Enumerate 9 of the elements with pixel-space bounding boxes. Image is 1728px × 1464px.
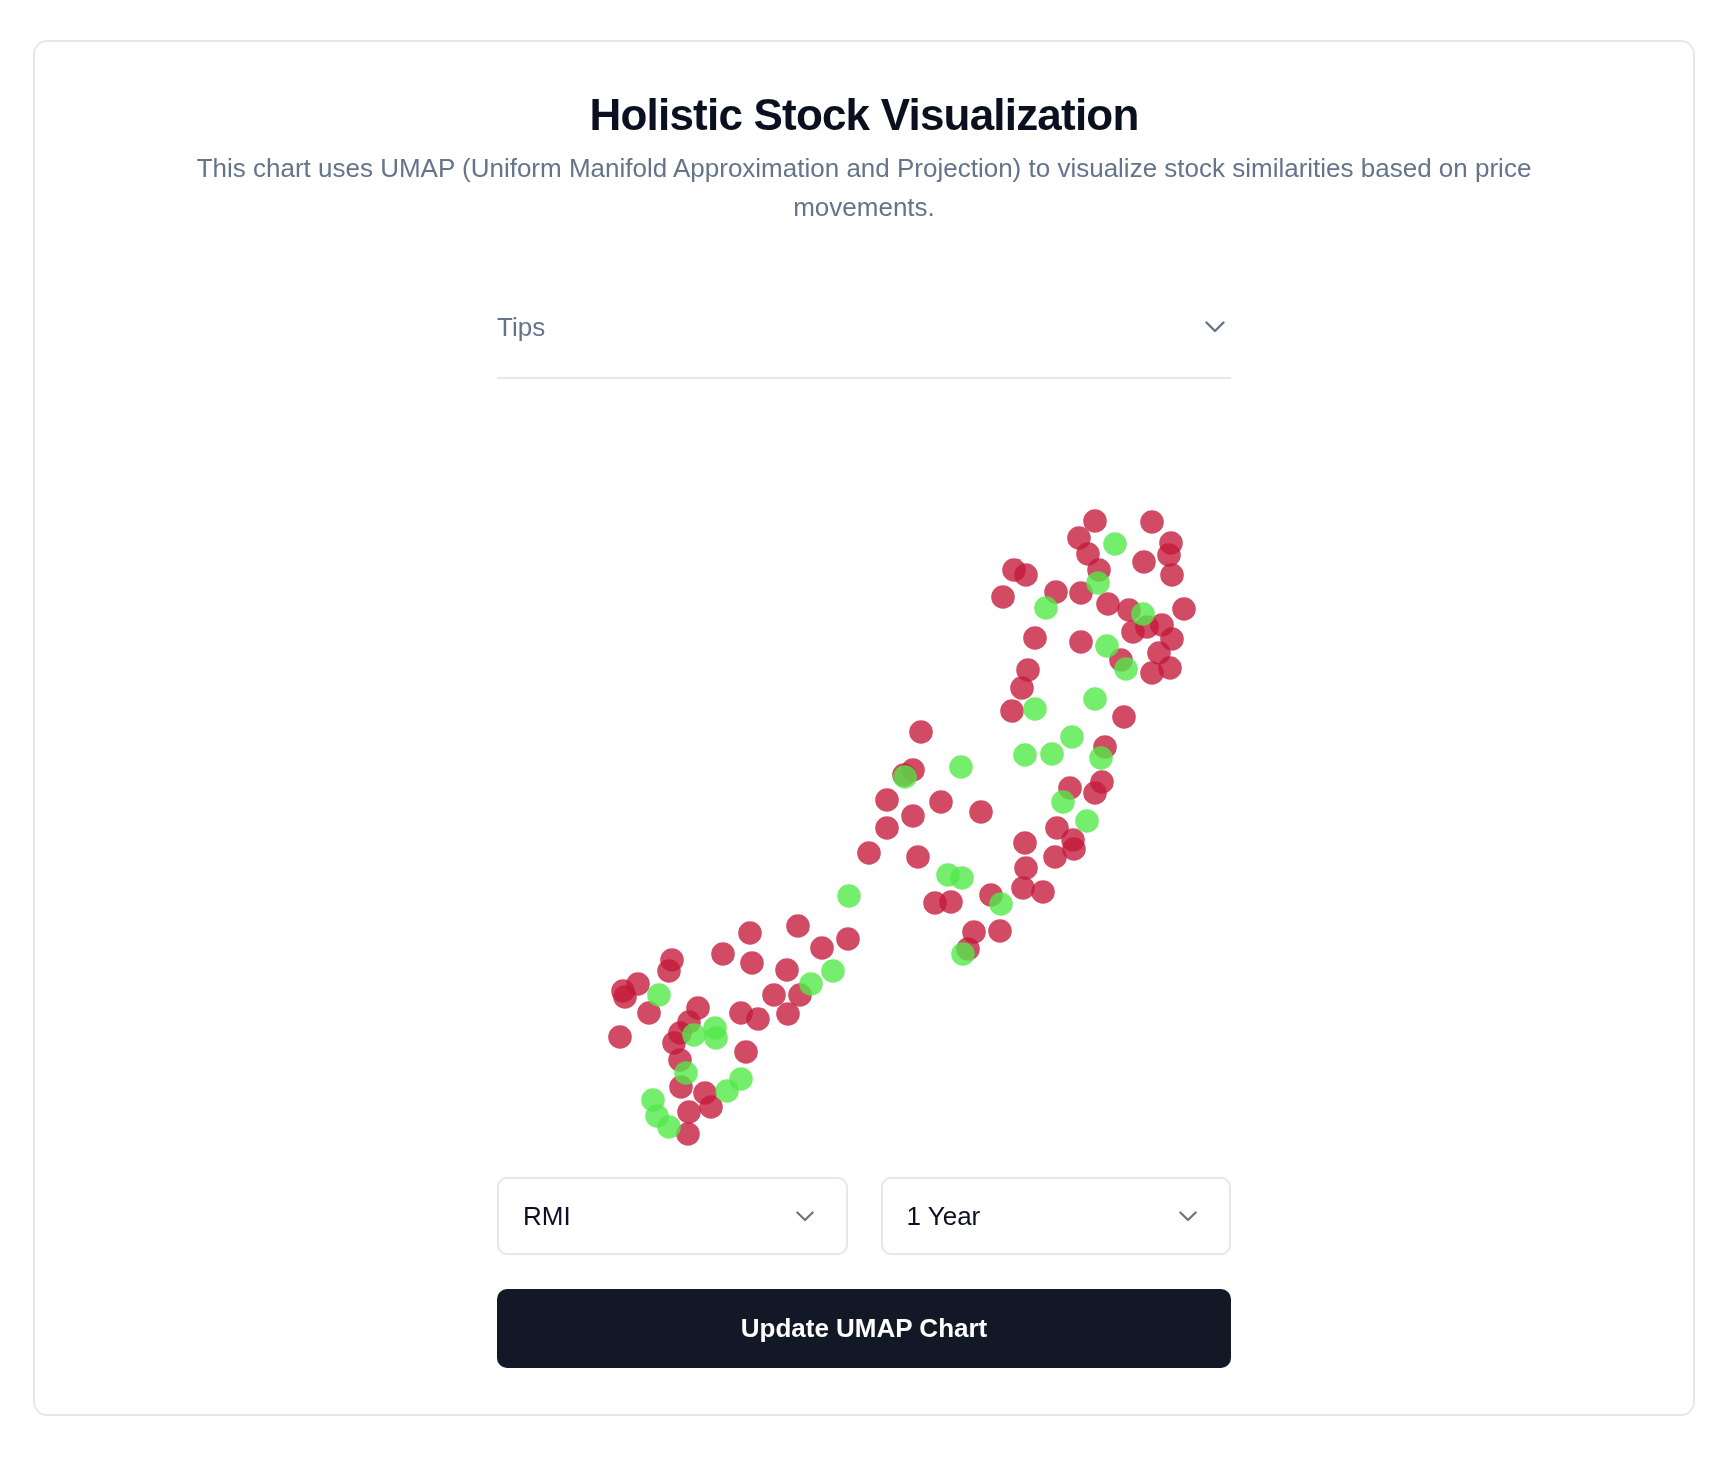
page-title: Holistic Stock Visualization [589,90,1139,140]
dropdown-select[interactable]: 1 Year [880,1177,1231,1255]
chevron-down-icon [795,1210,814,1222]
dropdown-select[interactable]: RMI [497,1177,848,1255]
chevron-down-icon [1205,321,1225,333]
page-description: This chart uses UMAP (Uniform Manifold Approximation and Projection) to visualize stock similarities based on price movements. [195,152,1533,224]
update-chart-button[interactable]: Update UMAP Chart [497,1289,1231,1368]
tips-accordion-toggle[interactable]: Tips [497,277,1231,379]
chevron-down-icon [1179,1210,1197,1222]
